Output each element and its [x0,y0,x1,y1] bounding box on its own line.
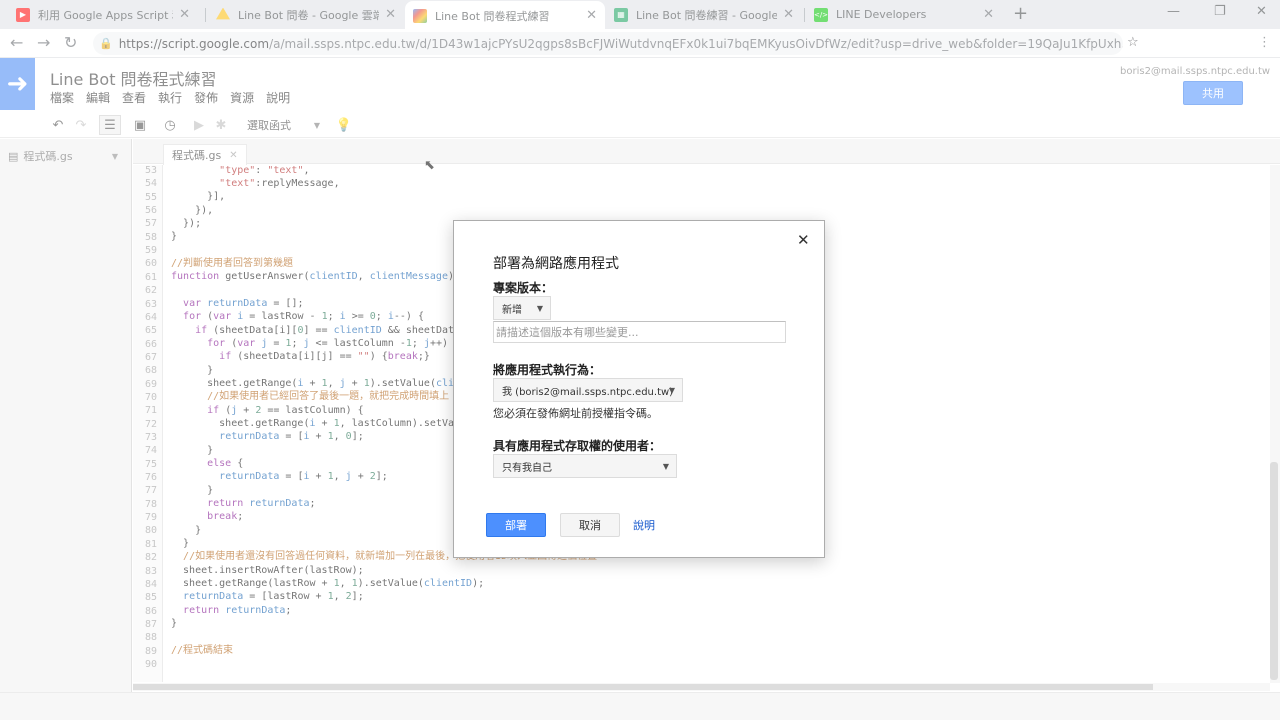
execute-as-label: 將應用程式執行為： [493,363,602,377]
access-select[interactable]: 只有我自己 ▼ [493,454,677,478]
version-select[interactable]: 新增 ▼ [493,296,551,320]
version-label: 專案版本： [493,281,554,295]
dialog-title: 部署為網路應用程式 [493,256,619,272]
cancel-button[interactable]: 取消 [560,513,620,537]
chevron-down-icon: ▼ [668,385,675,395]
deploy-button[interactable]: 部署 [486,513,546,537]
version-description-input[interactable]: 請描述這個版本有哪些變更... [493,321,786,343]
execute-as-select[interactable]: 我 (boris2@mail.ssps.ntpc.edu.tw) ▼ [493,378,683,402]
close-icon[interactable]: ✕ [797,231,810,249]
chevron-down-icon: ▼ [536,303,543,313]
chevron-down-icon: ▼ [662,461,669,471]
help-link[interactable]: 說明 [633,517,655,533]
authorize-note: 您必須在發佈網址前授權指令碼。 [493,407,658,420]
access-label: 具有應用程式存取權的使用者： [493,439,662,453]
